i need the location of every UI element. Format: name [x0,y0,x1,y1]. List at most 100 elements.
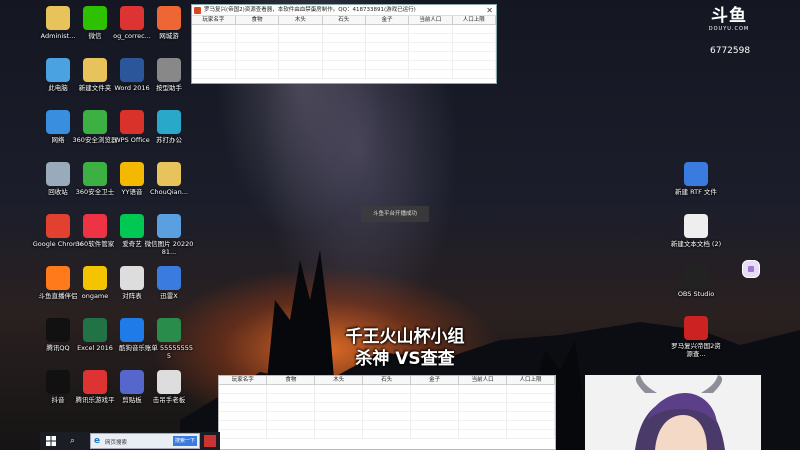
table-cell [314,411,364,421]
word-icon [120,58,144,82]
table-cell [452,60,497,70]
360-guard-icon [83,162,107,186]
column-header[interactable]: 人口上限 [452,16,497,25]
table-row [219,429,555,439]
table-cell [458,384,508,394]
column-header[interactable]: 人口上限 [506,376,555,385]
column-header[interactable]: 木头 [278,16,323,25]
column-header[interactable]: 当前人口 [408,16,453,25]
desktop-icon[interactable]: 迅雷X [143,262,195,314]
resource-table: 玩家名字 食物 木头 石头 金子 当前人口 人口上限 [192,16,497,79]
table-row [192,51,497,61]
column-header[interactable]: 金子 [365,16,410,25]
folder-icon [157,162,181,186]
qq-icon [46,318,70,342]
window-title: 罗马复兴(帝国2)资源查看器，本软件由血禁蛋房制作。QQ：418733891(游… [204,7,416,13]
table-cell [314,384,364,394]
column-header[interactable]: 木头 [314,376,364,385]
game-icon [157,6,181,30]
search-icon[interactable]: ⌕ [70,436,80,446]
web-search-button[interactable]: 搜索一下 [173,436,197,446]
wps-icon [120,110,144,134]
windows-start-icon[interactable] [46,436,56,446]
desktop-icon-label: 苏打办公 [156,136,182,144]
table-cell [506,420,555,430]
desktop-icon[interactable]: 新建文本文档 (2) [670,210,722,262]
table-cell [410,393,460,403]
desktop-icon[interactable]: OBS Studio [670,260,722,312]
table-cell [219,402,268,412]
desktop-icon[interactable]: 新建 RTF 文件 [670,158,722,210]
table-cell [362,384,412,394]
web-search-box[interactable]: e 网页搜索 搜索一下 [90,433,200,449]
table-cell [362,393,412,403]
window-titlebar[interactable]: 罗马复兴(帝国2)资源查看器，本软件由血禁蛋房制作。QQ：418733891(游… [192,5,496,16]
table-cell [452,69,497,79]
wechat-icon [83,6,107,30]
column-header[interactable]: 玩家名字 [219,376,268,385]
table-cell [235,33,280,43]
chrome-icon [46,214,70,238]
table-cell [322,69,366,79]
user-folder-icon [46,6,70,30]
table-cell [266,384,316,394]
table-cell [278,42,323,52]
desktop-icon-label: OBS Studio [677,290,715,298]
table-cell [266,420,316,430]
table-cell [192,69,236,79]
table-cell [365,42,410,52]
column-header[interactable]: 食物 [235,16,280,25]
table-row [192,24,497,34]
kugou-icon [120,318,144,342]
column-header[interactable]: 金子 [410,376,460,385]
rome-app-taskbar-icon[interactable] [204,435,216,447]
desktop-icon[interactable]: 微信图片 2022081... [143,210,195,262]
desktop-icon[interactable]: 账单 555555555 [143,314,195,366]
text-file-icon [684,214,708,238]
table-cell [235,69,280,79]
column-header[interactable]: 石头 [322,16,366,25]
table-cell [314,402,364,412]
desktop-icon[interactable]: 苏打办公 [143,106,195,158]
close-icon[interactable]: ✕ [486,5,493,16]
column-header[interactable]: 玩家名字 [192,16,236,25]
table-cell [192,42,236,52]
douyu-logo: 斗鱼 DOUYU.COM [704,6,754,33]
desktop-icon-label: 按型助手 [156,84,182,92]
table-row [192,33,497,43]
douyu-logo-text: 斗鱼 [711,6,747,26]
table-cell [408,69,453,79]
column-header[interactable]: 石头 [362,376,412,385]
column-header[interactable]: 当前人口 [458,376,508,385]
tool-icon [157,58,181,82]
table-cell [408,24,453,34]
resource-viewer-window[interactable]: 罗马复兴(帝国2)资源查看器，本软件由血禁蛋房制作。QQ：418733891(游… [191,4,497,84]
desktop-icon[interactable]: 网城游 [143,2,195,54]
column-header[interactable]: 食物 [266,376,316,385]
douyu-companion-icon [46,266,70,290]
table-cell [362,429,412,439]
resource-overlay-window[interactable]: 玩家名字 食物 木头 石头 金子 当前人口 人口上限 [218,375,556,450]
desktop-icon-label: 账单 555555555 [144,344,194,360]
desktop-icon[interactable]: 罗马复兴帝国2资源查... [670,312,722,364]
desktop-icon[interactable]: 击吊手老板 [143,366,195,418]
network-icon [46,110,70,134]
table-cell [322,33,366,43]
side-panel-button[interactable] [742,260,760,278]
table-cell [410,429,460,439]
xunlei-icon [157,266,181,290]
document-icon [157,370,181,394]
rtf-file-icon [684,162,708,186]
desktop-icon-label: 新建文本文档 (2) [670,240,722,248]
desktop-icon[interactable]: 按型助手 [143,54,195,106]
table-cell [365,60,410,70]
table-cell [219,420,268,430]
table-cell [314,393,364,403]
computer-icon [46,58,70,82]
table-cell [266,393,316,403]
table-cell [410,384,460,394]
table-cell [458,411,508,421]
table-row [192,60,497,70]
desktop-icon[interactable]: ChouQian... [143,158,195,210]
excel-icon [83,318,107,342]
